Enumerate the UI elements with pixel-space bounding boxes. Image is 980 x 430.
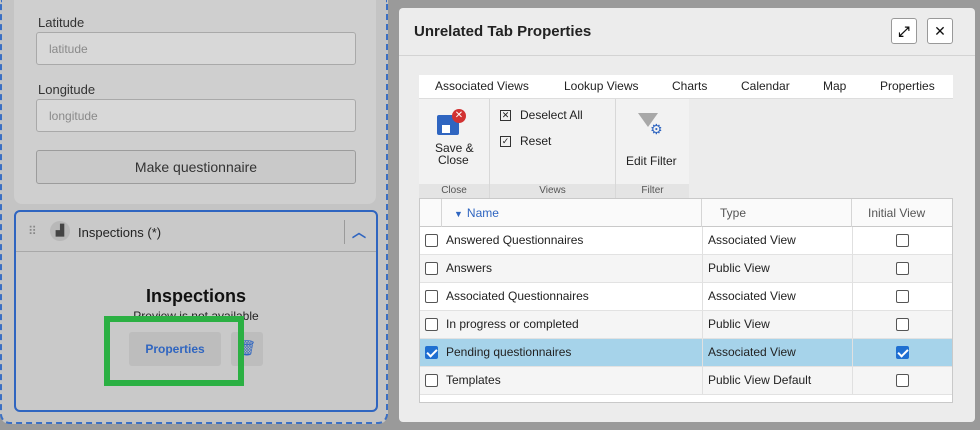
close-group-label: Close — [419, 184, 489, 198]
edit-filter-button[interactable]: ⚙ Edit Filter — [616, 99, 688, 183]
latitude-label: Latitude — [38, 15, 85, 30]
unrelated-tab-properties-dialog: Unrelated Tab Properties ⤢ ✕ Associated … — [399, 8, 975, 422]
row-name: Answers — [446, 261, 493, 275]
table-row[interactable]: Answers Public View — [420, 255, 952, 283]
tab-associated-views[interactable]: Associated Views — [435, 79, 529, 93]
name-column-header[interactable]: ▼ Name — [442, 199, 702, 227]
column-divider — [852, 339, 853, 366]
column-divider — [852, 255, 853, 282]
type-column-header[interactable]: Type — [702, 199, 852, 227]
longitude-label: Longitude — [38, 82, 96, 97]
make-questionnaire-button[interactable]: Make questionnaire — [36, 150, 356, 184]
maximize-icon[interactable]: ⤢ — [891, 18, 917, 44]
deselect-all-icon: ✕ — [500, 110, 511, 121]
initial-view-checkbox[interactable] — [896, 318, 909, 331]
column-divider — [852, 367, 853, 394]
column-divider — [702, 255, 703, 282]
column-divider — [702, 339, 703, 366]
dialog-header-divider — [399, 55, 975, 56]
dialog-title: Unrelated Tab Properties — [414, 23, 592, 40]
inspections-preview-title: Inspections — [145, 286, 247, 306]
table-row[interactable]: Pending questionnaires Associated View — [420, 339, 952, 367]
row-select-checkbox[interactable] — [425, 290, 438, 303]
drag-handle-icon[interactable]: ⠿ — [28, 224, 37, 238]
chevron-up-icon[interactable]: ︿ — [352, 222, 366, 242]
row-type: Associated View — [708, 233, 796, 247]
row-name: Associated Questionnaires — [446, 289, 589, 303]
tab-calendar[interactable]: Calendar — [741, 79, 790, 93]
inspections-card-title: Inspections (*) — [78, 225, 162, 240]
reset-label: Reset — [520, 134, 552, 148]
ribbon-group-close: ✕ Save & Close Close — [419, 99, 490, 198]
reset-button[interactable]: ✓ Reset — [498, 133, 608, 151]
table-row[interactable]: Answered Questionnaires Associated View — [420, 227, 952, 255]
tab-bar: Associated Views Lookup Views Charts Cal… — [419, 75, 953, 99]
filter-group-label: Filter — [616, 184, 689, 198]
close-icon[interactable]: ✕ — [927, 18, 953, 44]
column-divider — [852, 227, 853, 254]
initial-view-checkbox[interactable] — [896, 290, 909, 303]
save-close-label-2: Close — [438, 153, 469, 167]
initial-view-checkbox[interactable] — [896, 234, 909, 247]
column-divider — [702, 311, 703, 338]
table-row[interactable]: Templates Public View Default — [420, 367, 952, 395]
row-name: In progress or completed — [446, 317, 579, 331]
views-table: ▼ Name Type Initial View Answered Questio… — [419, 198, 953, 403]
deselect-all-button[interactable]: ✕ Deselect All — [498, 107, 608, 125]
ribbon-group-filter: ⚙ Edit Filter Filter — [616, 99, 689, 198]
inspections-card-header: ⠿ ▟ Inspections (*) ︿ — [16, 212, 376, 252]
row-type: Associated View — [708, 345, 796, 359]
latitude-input[interactable]: latitude — [36, 32, 356, 65]
table-row[interactable]: Associated Questionnaires Associated View — [420, 283, 952, 311]
row-select-checkbox[interactable] — [425, 234, 438, 247]
gear-icon: ⚙ — [650, 121, 663, 137]
views-group-label: Views — [490, 184, 615, 198]
header-divider — [344, 220, 345, 244]
row-select-checkbox[interactable] — [425, 374, 438, 387]
factory-icon: ▟ — [50, 221, 70, 241]
row-select-checkbox[interactable] — [425, 318, 438, 331]
initial-view-checkbox[interactable] — [896, 374, 909, 387]
row-select-checkbox[interactable] — [425, 346, 438, 359]
tab-map[interactable]: Map — [823, 79, 846, 93]
row-type: Public View — [708, 261, 770, 275]
tab-charts[interactable]: Charts — [672, 79, 707, 93]
edit-filter-label: Edit Filter — [626, 154, 677, 168]
deselect-all-label: Deselect All — [520, 108, 583, 122]
row-type: Public View Default — [708, 373, 812, 387]
tab-lookup-views[interactable]: Lookup Views — [564, 79, 639, 93]
row-name: Pending questionnaires — [446, 345, 572, 359]
location-panel: Latitude latitude Longitude longitude Ma… — [14, 0, 376, 204]
select-column-header — [420, 199, 442, 227]
row-select-checkbox[interactable] — [425, 262, 438, 275]
column-divider — [852, 311, 853, 338]
highlight-box — [104, 316, 244, 386]
sort-desc-icon: ▼ — [454, 209, 463, 219]
ribbon: ✕ Save & Close Close ✕ Deselect All ✓ Re… — [419, 99, 689, 198]
table-header: ▼ Name Type Initial View — [420, 199, 952, 227]
close-x-icon: ✕ — [452, 109, 466, 123]
initial-view-checkbox[interactable] — [896, 262, 909, 275]
reset-icon: ✓ — [500, 136, 511, 147]
row-type: Associated View — [708, 289, 796, 303]
column-divider — [702, 367, 703, 394]
table-row[interactable]: In progress or completed Public View — [420, 311, 952, 339]
tab-properties[interactable]: Properties — [880, 79, 935, 93]
row-type: Public View — [708, 317, 770, 331]
row-name: Templates — [446, 373, 501, 387]
initial-view-checkbox[interactable] — [896, 346, 909, 359]
column-divider — [702, 283, 703, 310]
ribbon-group-views: ✕ Deselect All ✓ Reset Views — [490, 99, 616, 198]
row-name: Answered Questionnaires — [446, 233, 584, 247]
name-header-label: Name — [466, 206, 499, 220]
save-close-button[interactable]: ✕ Save & Close — [419, 99, 489, 183]
column-divider — [852, 283, 853, 310]
column-divider — [702, 227, 703, 254]
longitude-input[interactable]: longitude — [36, 99, 356, 132]
initial-view-column-header[interactable]: Initial View — [852, 199, 954, 227]
